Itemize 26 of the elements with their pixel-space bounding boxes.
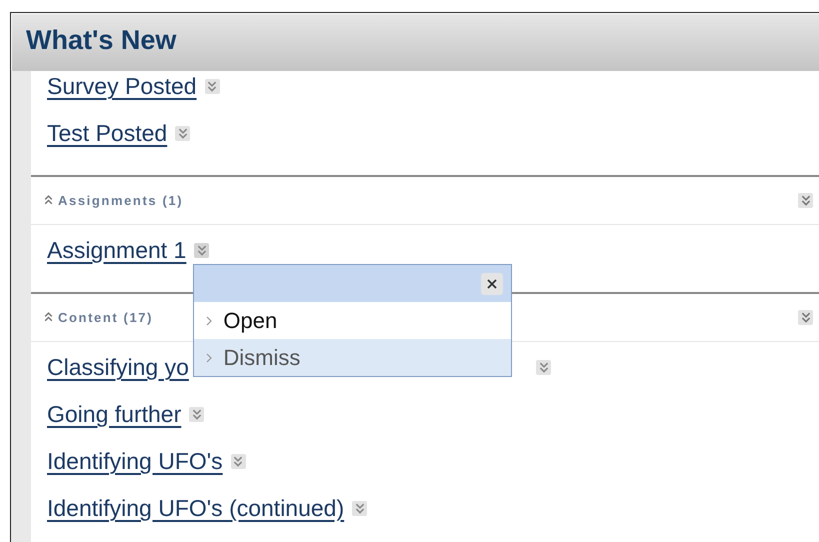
item-menu-icon[interactable] — [204, 79, 220, 94]
item-link[interactable]: Classifying yo — [47, 350, 189, 385]
item-link[interactable]: Test Posted — [47, 116, 168, 151]
collapse-icon — [43, 312, 54, 323]
item-menu-icon[interactable] — [175, 126, 190, 141]
item-link[interactable]: Identifying UFO's (continued) — [47, 491, 344, 526]
item-link[interactable]: Survey Posted — [47, 69, 197, 104]
item-link[interactable]: Assignment 1 — [47, 233, 186, 268]
section-toggle[interactable]: Assignments (1) — [43, 190, 184, 210]
item-menu-icon[interactable] — [189, 407, 204, 422]
menu-item[interactable]: Dismiss — [194, 339, 512, 376]
chevron-icon — [206, 352, 214, 362]
chevron-icon — [206, 316, 214, 326]
section-menu-icon[interactable] — [798, 310, 813, 325]
item-menu-icon[interactable] — [194, 243, 210, 258]
close-icon — [487, 278, 498, 288]
section-menu-icon[interactable] — [798, 193, 813, 208]
collapse-icon — [43, 195, 54, 206]
item-link[interactable]: Identifying UFO's — [47, 444, 223, 479]
item-menu-icon[interactable] — [352, 501, 368, 516]
item-menu-icon[interactable] — [230, 454, 246, 469]
section-toggle[interactable]: Content (17) — [43, 308, 154, 328]
panel-title: What's New — [26, 24, 178, 56]
item-link[interactable]: Going further — [47, 397, 182, 432]
item-menu-icon[interactable] — [536, 360, 552, 375]
close-button[interactable] — [481, 272, 504, 294]
